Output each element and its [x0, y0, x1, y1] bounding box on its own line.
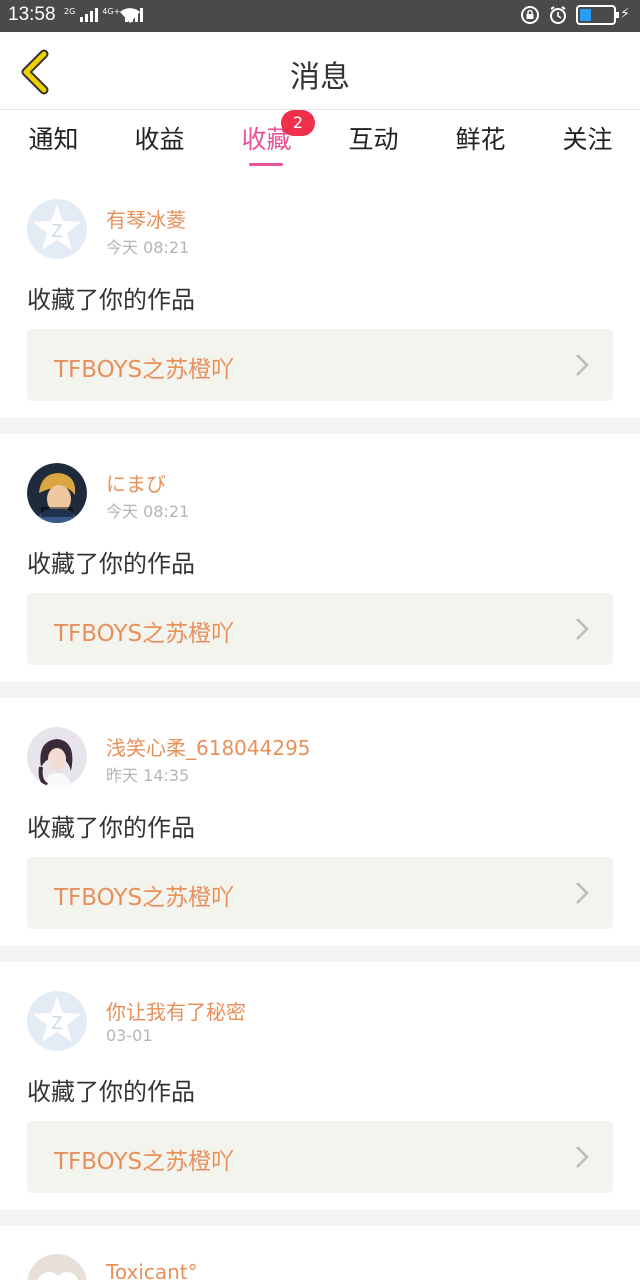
- work-title: TFBOYS之苏橙吖: [54, 357, 235, 383]
- list-item: Toxicant°: [0, 1226, 640, 1280]
- svg-text:Z: Z: [52, 221, 63, 241]
- user-name[interactable]: 有琴冰菱: [106, 204, 186, 233]
- cartoon-girl-icon: [27, 463, 87, 523]
- avatar[interactable]: [27, 1254, 87, 1280]
- tab-label: 通知: [28, 125, 79, 154]
- alarm-icon: [550, 6, 566, 24]
- timestamp: 昨天 14:35: [106, 766, 190, 785]
- tab-following[interactable]: 关注: [534, 120, 640, 164]
- avatar[interactable]: Z: [27, 199, 87, 259]
- network-type-1: 2G: [64, 7, 76, 16]
- chevron-right-icon: [576, 1146, 589, 1168]
- svg-text:Z: Z: [52, 1013, 63, 1033]
- list-item: 浅笑心柔_618044295 昨天 14:35 收藏了你的作品 TFBOYS之苏…: [0, 698, 640, 946]
- timestamp: 今天 08:21: [106, 238, 190, 257]
- chevron-right-icon: [576, 618, 589, 640]
- list-item: Z 有琴冰菱 今天 08:21 收藏了你的作品 TFBOYS之苏橙吖: [0, 170, 640, 418]
- user-name[interactable]: 你让我有了秘密: [106, 996, 246, 1025]
- wifi-icon: [120, 8, 140, 23]
- lock-rotation-icon: [521, 6, 539, 24]
- header-bar: 消息: [0, 32, 640, 110]
- work-title: TFBOYS之苏橙吖: [54, 885, 235, 911]
- signal-bars-icon: [80, 6, 99, 22]
- tab-flowers[interactable]: 鲜花: [427, 120, 534, 164]
- action-text: 收藏了你的作品: [27, 286, 195, 314]
- list-item: にまび 今天 08:21 收藏了你的作品 TFBOYS之苏橙吖: [0, 434, 640, 682]
- avatar[interactable]: [27, 727, 87, 787]
- user-name[interactable]: Toxicant°: [106, 1260, 198, 1280]
- tab-label: 互动: [348, 125, 399, 154]
- list-item: Z 你让我有了秘密 03-01 收藏了你的作品 TFBOYS之苏橙吖: [0, 962, 640, 1210]
- avatar[interactable]: [27, 463, 87, 523]
- action-text: 收藏了你的作品: [27, 814, 195, 842]
- status-bar: 13:58 2G 4G+ ⚡: [0, 0, 640, 32]
- timestamp: 今天 08:21: [106, 502, 190, 521]
- qzone-star-icon: Z: [27, 199, 87, 259]
- avatar[interactable]: Z: [27, 991, 87, 1051]
- active-tab-indicator: [249, 163, 283, 166]
- action-text: 收藏了你的作品: [27, 1078, 195, 1106]
- girl-photo-icon: [27, 727, 87, 787]
- action-text: 收藏了你的作品: [27, 550, 195, 578]
- status-time: 13:58: [8, 4, 56, 25]
- work-title: TFBOYS之苏橙吖: [54, 1149, 235, 1175]
- tab-earnings[interactable]: 收益: [106, 120, 213, 164]
- user-name[interactable]: にまび: [106, 468, 166, 497]
- tab-label: 鲜花: [455, 125, 506, 154]
- chevron-right-icon: [576, 354, 589, 376]
- tab-bar: 通知 收益 收藏 2 互动 鲜花 关注: [0, 110, 640, 170]
- tab-interactions[interactable]: 互动: [320, 120, 427, 164]
- unread-badge: 2: [281, 110, 315, 136]
- tab-label: 关注: [562, 125, 613, 154]
- chevron-right-icon: [576, 882, 589, 904]
- work-link[interactable]: TFBOYS之苏橙吖: [27, 857, 613, 929]
- battery-icon: ⚡: [576, 5, 630, 25]
- page-title: 消息: [290, 60, 350, 95]
- work-link[interactable]: TFBOYS之苏橙吖: [27, 593, 613, 665]
- tab-notifications[interactable]: 通知: [0, 120, 107, 164]
- timestamp: 03-01: [106, 1026, 153, 1045]
- work-link[interactable]: TFBOYS之苏橙吖: [27, 329, 613, 401]
- qzone-star-icon: Z: [27, 991, 87, 1051]
- tab-label: 收益: [134, 125, 185, 154]
- work-link[interactable]: TFBOYS之苏橙吖: [27, 1121, 613, 1193]
- work-title: TFBOYS之苏橙吖: [54, 621, 235, 647]
- puppy-icon: [27, 1254, 87, 1280]
- user-name[interactable]: 浅笑心柔_618044295: [106, 732, 311, 761]
- tab-favorites[interactable]: 收藏 2: [213, 110, 320, 166]
